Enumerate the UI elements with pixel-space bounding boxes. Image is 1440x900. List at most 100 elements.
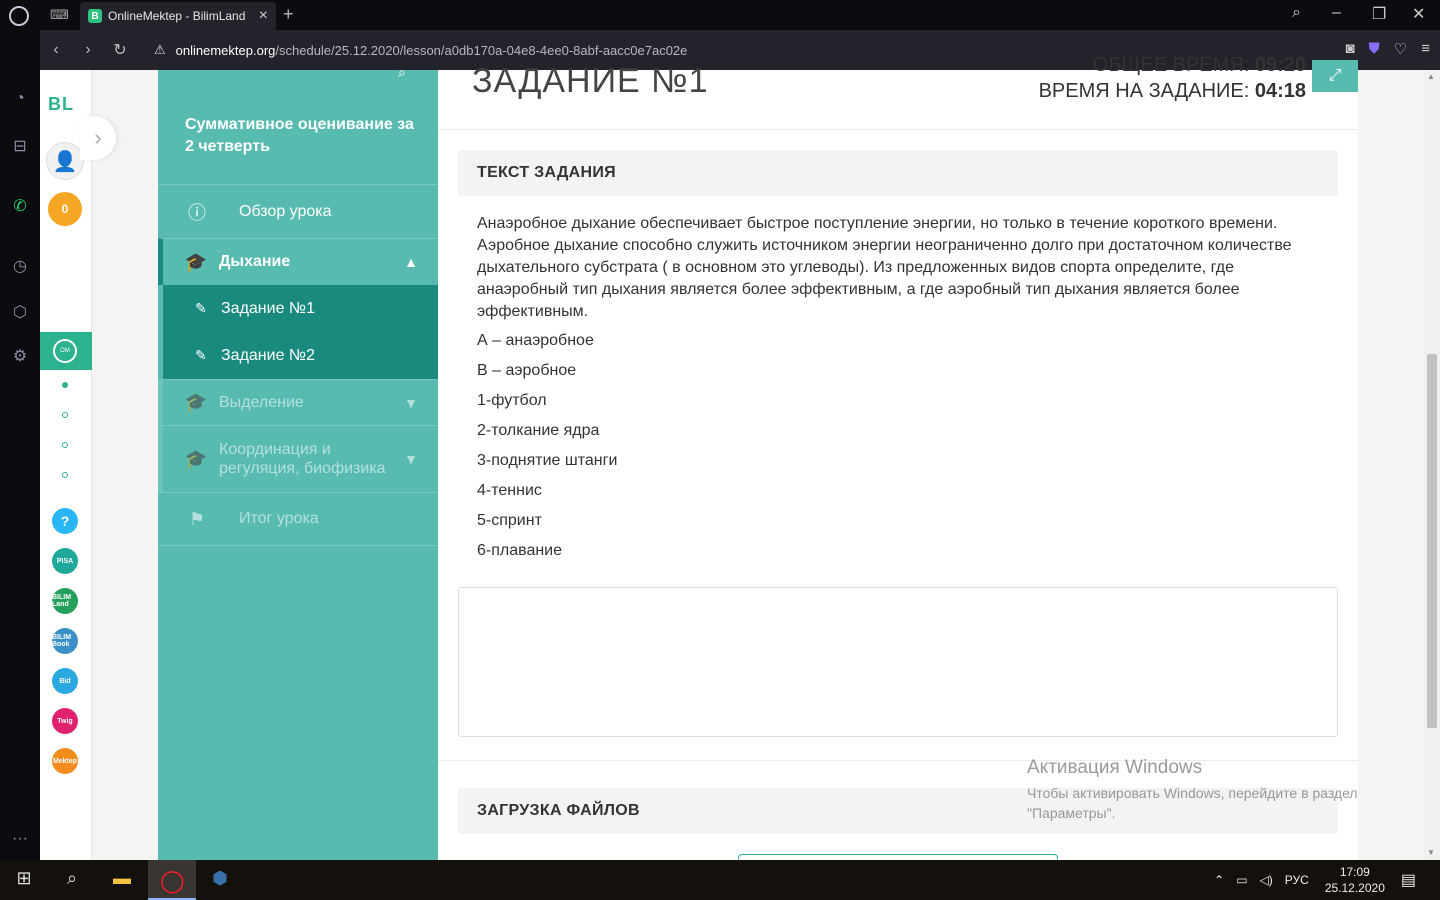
lesson-title: Суммативное оценивание за 2 четверть (185, 116, 414, 155)
bilimland-app-icon[interactable]: BILIM Land (52, 588, 78, 614)
answer-textarea[interactable] (458, 587, 1338, 737)
avatar[interactable]: 👤 (46, 142, 84, 180)
online-mektep-icon: OM (53, 339, 77, 363)
language-indicator[interactable]: РУС (1285, 873, 1309, 887)
nav-dot[interactable] (62, 382, 68, 388)
flag-icon: ⚑ (188, 508, 206, 529)
clock-time: 17:09 (1339, 865, 1370, 879)
settings-icon[interactable]: ⚙ (10, 346, 30, 366)
back-icon[interactable]: ‹ (40, 41, 72, 59)
volume-icon[interactable]: ◁) (1260, 873, 1273, 887)
clock[interactable]: 17:09 25.12.2020 (1325, 864, 1385, 896)
heart-icon[interactable]: ♡ (1394, 40, 1407, 58)
search-icon[interactable]: ⌕ (398, 64, 406, 81)
network-icon[interactable]: ▭ (1236, 873, 1247, 887)
favicon-icon: B (88, 9, 102, 23)
total-time-value: 09:20 (1254, 54, 1306, 76)
option-item: 3-поднятие штанги (477, 452, 618, 469)
edit-icon: ✎ (195, 300, 207, 316)
fullscreen-button[interactable]: ⤢ (1312, 60, 1358, 92)
sidebar-task-2[interactable]: ✎ Задание №2 (163, 332, 438, 379)
vpn-shield-icon[interactable]: ⛊ (1369, 40, 1380, 58)
search-icon[interactable]: ⌕ (1292, 4, 1301, 22)
mektep-app-icon[interactable]: Mektep (52, 748, 78, 774)
browser-tab[interactable]: B OnlineMektep - BilimLand × (80, 2, 276, 30)
speed-dial-icon[interactable]: ◔ (10, 90, 30, 110)
total-timer: ОБЩЕЕ ВРЕМЯ: 09:20 (1093, 54, 1306, 77)
menu-icon[interactable]: ≡ (1421, 40, 1430, 58)
bid-app-icon[interactable]: Bid (52, 668, 78, 694)
expand-icon: ⤢ (1328, 67, 1342, 84)
nav-dot[interactable] (62, 442, 68, 448)
sidebar-item-label: Обзор урока (239, 202, 332, 220)
scroll-down-icon[interactable]: ▼ (1427, 848, 1435, 857)
sidebar-item-overview[interactable]: ⓘ Обзор урока (158, 184, 438, 238)
briefcase-icon[interactable]: ⊟ (10, 136, 30, 156)
sidebar-item-label: Задание №2 (221, 346, 315, 364)
help-icon[interactable]: ? (52, 508, 78, 534)
history-icon[interactable]: ◷ (10, 256, 30, 276)
sidebar-item-summary[interactable]: ⚑ Итог урока (158, 492, 438, 546)
windows-activation-watermark: Активация Windows Чтобы активировать Win… (1027, 757, 1387, 823)
scroll-up-icon[interactable]: ▲ (1427, 72, 1435, 81)
notifications-icon[interactable]: ▤ (1401, 870, 1416, 890)
file-explorer-icon[interactable]: ▬ (110, 868, 134, 892)
option-item: 5-спринт (477, 512, 542, 529)
task-time-value: 04:18 (1254, 80, 1306, 102)
sidebar-item-label: Дыхание (219, 253, 291, 270)
nox-icon[interactable]: ⬢ (208, 868, 232, 892)
sidebar-section-excretion[interactable]: 🎓 Выделение ▼ (158, 379, 438, 425)
sidebar-section-coordination[interactable]: 🎓 Координация и регуляция, биофизика ▼ (158, 425, 438, 492)
reload-icon[interactable]: ↻ (104, 40, 136, 60)
opera-sidebar: ◔ ⊟ ✆ ◷ ⬡ ⚙ ··· (0, 30, 40, 860)
nav-dot[interactable] (62, 412, 68, 418)
graduation-cap-icon: 🎓 (184, 448, 208, 469)
online-mektep-app[interactable]: OM (40, 332, 92, 370)
close-tab-icon[interactable]: × (259, 7, 268, 25)
chevron-down-icon: ▼ (404, 394, 418, 411)
sidebar-section-breathing[interactable]: 🎓 Дыхание ▲ (158, 238, 438, 285)
sidebar-task-1[interactable]: ✎ Задание №1 (163, 285, 438, 332)
task-header: ЗАДАНИЕ №1 ОБЩЕЕ ВРЕМЯ: 09:20 ВРЕМЯ НА З… (438, 54, 1358, 130)
chevron-up-icon: ▲ (404, 254, 418, 270)
restore-icon[interactable]: ❐ (1372, 4, 1386, 24)
close-window-icon[interactable]: ✕ (1412, 4, 1425, 24)
coins-badge[interactable]: 0 (48, 192, 82, 226)
chevron-up-icon[interactable]: ⌃ (1214, 873, 1224, 887)
opera-icon[interactable]: ◯ (160, 868, 185, 893)
option-item: В – аэробное (477, 362, 577, 379)
page-title: ЗАДАНИЕ №1 (472, 62, 709, 100)
bilimbook-app-icon[interactable]: BILIM Book (52, 628, 78, 654)
security-warning-icon[interactable]: ⚠ (154, 42, 166, 58)
new-tab-icon[interactable]: + (283, 4, 294, 25)
camera-icon[interactable]: ◙ (1345, 40, 1354, 58)
gamepad-icon[interactable]: ⌨ (50, 7, 69, 23)
search-icon[interactable]: ⌕ (60, 868, 84, 892)
nav-dot[interactable] (62, 472, 68, 478)
option-item: 2-толкание ядра (477, 422, 600, 439)
edit-icon: ✎ (195, 347, 207, 363)
option-item: А – анаэробное (477, 332, 594, 349)
windows-taskbar: ⊞ ⌕ ▬ ◯ ⬢ ⌃ ▭ ◁) РУС 17:09 25.12.2020 ▤ (0, 860, 1440, 900)
forward-icon[interactable]: › (72, 41, 104, 59)
option-item: 6-плавание (477, 542, 563, 559)
opera-logo-icon[interactable] (9, 6, 29, 26)
total-time-label: ОБЩЕЕ ВРЕМЯ: (1092, 54, 1250, 76)
page-scrollbar[interactable]: ▲ ▼ (1424, 70, 1440, 860)
url-host: onlinemektep.org (175, 42, 276, 58)
sidebar-item-label: Выделение (219, 393, 304, 411)
box-icon[interactable]: ⬡ (10, 302, 30, 322)
whatsapp-icon[interactable]: ✆ (10, 196, 30, 216)
pisa-app-icon[interactable]: PISA (52, 548, 78, 574)
bl-logo[interactable]: BL (48, 94, 74, 115)
more-icon[interactable]: ··· (10, 830, 30, 850)
task-panel: ЗАДАНИЕ №1 ОБЩЕЕ ВРЕМЯ: 09:20 ВРЕМЯ НА З… (438, 54, 1358, 864)
system-tray: ⌃ ▭ ◁) РУС 17:09 25.12.2020 ▤ (1214, 860, 1440, 900)
minimize-icon[interactable]: – (1332, 4, 1341, 22)
scroll-thumb[interactable] (1427, 354, 1437, 728)
graduation-cap-icon: 🎓 (184, 392, 208, 412)
url-path: /schedule/25.12.2020/lesson/a0db170a-04e… (275, 42, 688, 58)
url-field[interactable]: onlinemektep.org/schedule/25.12.2020/les… (176, 43, 688, 58)
windows-start-icon[interactable]: ⊞ (12, 868, 36, 892)
twig-app-icon[interactable]: Twig (52, 708, 78, 734)
